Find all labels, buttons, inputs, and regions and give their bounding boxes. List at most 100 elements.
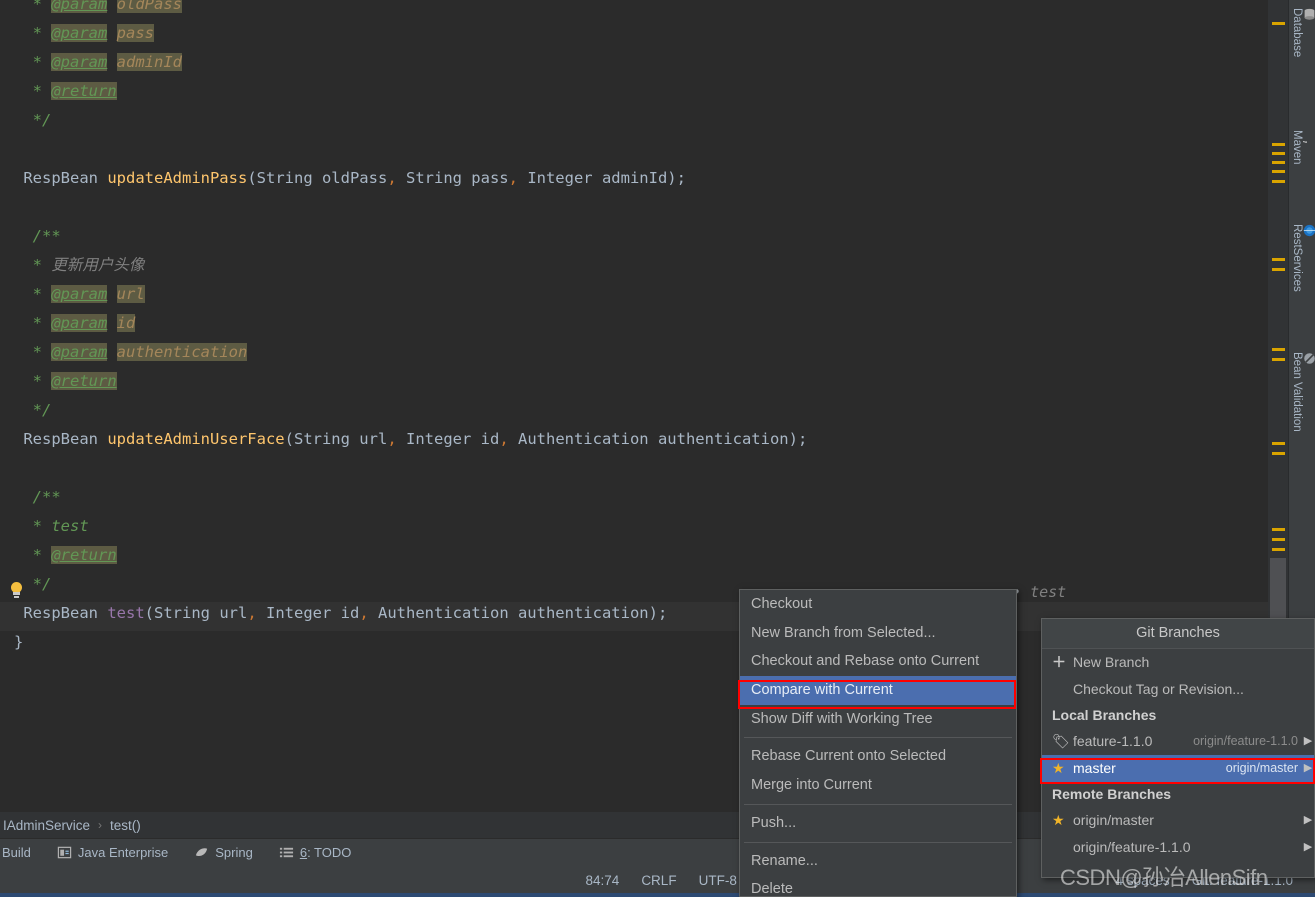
- git-branches-popup[interactable]: Git Branches ＋ New Branch Checkout Tag o…: [1041, 618, 1315, 878]
- context-menu-item[interactable]: Delete: [740, 875, 1016, 896]
- code-token: ,: [387, 430, 397, 448]
- breadcrumb-item-class[interactable]: IAdminService: [3, 818, 90, 833]
- git-new-branch-label: New Branch: [1073, 654, 1150, 670]
- plus-icon: ＋: [1052, 654, 1066, 670]
- code-token: @param: [51, 314, 108, 332]
- status-caret-position[interactable]: 84:74: [586, 873, 620, 888]
- code-token: ,: [499, 430, 509, 448]
- error-stripe-marker[interactable]: [1272, 258, 1285, 261]
- context-menu-item[interactable]: Push...: [740, 809, 1016, 838]
- error-stripe-marker[interactable]: [1272, 268, 1285, 271]
- git-checkout-tag-label: Checkout Tag or Revision...: [1073, 681, 1244, 697]
- context-menu-item[interactable]: Show Diff with Working Tree: [740, 705, 1016, 734]
- code-token: *: [14, 285, 52, 303]
- git-branch-row[interactable]: ★ master origin/master ▶: [1042, 755, 1314, 782]
- code-token: );: [667, 169, 686, 187]
- tool-tab-database[interactable]: Database: [1289, 6, 1315, 57]
- context-menu-item[interactable]: Rebase Current onto Selected: [740, 742, 1016, 771]
- code-token: @param: [51, 53, 108, 71]
- chevron-right-icon[interactable]: ▶: [1302, 755, 1314, 782]
- git-checkout-tag[interactable]: Checkout Tag or Revision...: [1042, 676, 1314, 703]
- error-stripe-marker[interactable]: [1272, 161, 1285, 164]
- tool-tab-restservices[interactable]: RestServices: [1289, 222, 1315, 292]
- git-branch-row[interactable]: ★ origin/master ▶: [1042, 807, 1314, 834]
- context-menu-item[interactable]: Checkout and Rebase onto Current: [740, 647, 1016, 676]
- code-token: RespBean: [14, 604, 108, 622]
- git-new-branch[interactable]: ＋ New Branch: [1042, 649, 1314, 676]
- tool-button-spring[interactable]: Spring: [194, 845, 253, 860]
- error-stripe-marker[interactable]: [1272, 442, 1285, 445]
- error-stripe-marker[interactable]: [1272, 22, 1285, 25]
- error-stripe-marker[interactable]: [1272, 548, 1285, 551]
- code-token: String url: [293, 430, 388, 448]
- git-branch-name: origin/feature-1.1.0: [1073, 839, 1191, 855]
- tool-button-build[interactable]: Build: [2, 845, 31, 860]
- error-stripe-marker[interactable]: [1272, 358, 1285, 361]
- code-token: Integer id: [396, 430, 500, 448]
- status-line-separator[interactable]: CRLF: [641, 873, 676, 888]
- breadcrumb-item-method[interactable]: test(): [110, 818, 141, 833]
- git-branch-name: origin/master: [1073, 812, 1154, 828]
- error-stripe-marker[interactable]: [1272, 528, 1285, 531]
- intention-bulb-icon[interactable]: [8, 582, 24, 600]
- error-stripe-marker[interactable]: [1272, 538, 1285, 541]
- tool-tab-bean-validation[interactable]: Bean Validation: [1289, 350, 1315, 432]
- tool-button-java-enterprise[interactable]: Java Enterprise: [57, 845, 168, 860]
- error-stripe-marker[interactable]: [1272, 170, 1285, 173]
- error-stripe-marker[interactable]: [1272, 452, 1285, 455]
- branch-context-menu[interactable]: Checkout New Branch from Selected... Check…: [739, 589, 1017, 897]
- chevron-right-icon[interactable]: ▶: [1302, 728, 1314, 755]
- context-menu-item[interactable]: Compare with Current: [740, 676, 1016, 705]
- tool-tab-maven[interactable]: m Maven: [1289, 128, 1315, 165]
- tool-button-todo-mnemonic: 6: [299, 845, 308, 860]
- tool-button-todo[interactable]: 6 : TODO: [279, 845, 352, 860]
- code-token: @param: [51, 24, 108, 42]
- code-token: /**: [14, 227, 61, 245]
- bean-validation-icon: [1304, 353, 1315, 364]
- code-token: ,: [508, 169, 518, 187]
- java-enterprise-icon: [57, 846, 72, 859]
- status-encoding[interactable]: UTF-8: [699, 873, 737, 888]
- editor-scrollbar-thumb[interactable]: [1270, 558, 1286, 618]
- tool-button-todo-label: : TODO: [307, 845, 352, 860]
- context-menu-item[interactable]: Rename...: [740, 847, 1016, 876]
- code-token: String url: [154, 604, 248, 622]
- code-line: */: [0, 106, 52, 135]
- context-menu-item[interactable]: Merge into Current: [740, 771, 1016, 800]
- git-branch-row[interactable]: 🏷 feature-1.1.0 origin/feature-1.1.0 ▶: [1042, 728, 1314, 755]
- git-branch-tracking: origin/feature-1.1.0: [1193, 734, 1298, 748]
- code-line: RespBean updateAdminUserFace(String url,…: [0, 425, 807, 454]
- code-token: String oldPass: [256, 169, 388, 187]
- menu-separator: [744, 737, 1012, 739]
- ide-window: * @param oldPass * @param pass * @param …: [0, 0, 1315, 897]
- error-stripe-marker[interactable]: [1272, 143, 1285, 146]
- code-token: String pass: [396, 169, 509, 187]
- chevron-right-icon[interactable]: ▶: [1302, 834, 1314, 861]
- error-stripe-marker[interactable]: [1272, 180, 1285, 183]
- code-line: * @param id: [0, 309, 136, 338]
- code-token: authentication: [116, 343, 248, 361]
- error-stripe-marker[interactable]: [1272, 348, 1285, 351]
- code-line: * @return: [0, 77, 117, 106]
- code-token: 更新用户头像: [51, 256, 145, 274]
- breadcrumb-separator-icon: ›: [98, 818, 103, 832]
- git-branch-row[interactable]: origin/feature-1.1.0 ▶: [1042, 834, 1314, 861]
- code-line: RespBean updateAdminPass(String oldPass,…: [0, 164, 686, 193]
- context-menu-item[interactable]: New Branch from Selected...: [740, 619, 1016, 648]
- structure-hint: • test: [1012, 583, 1066, 601]
- code-token: id: [116, 314, 136, 332]
- code-line: * @return: [0, 541, 117, 570]
- chevron-right-icon[interactable]: ▶: [1302, 807, 1314, 834]
- context-menu-item[interactable]: Checkout: [740, 590, 1016, 619]
- code-token: *: [14, 343, 52, 361]
- svg-text:m: m: [1303, 141, 1310, 143]
- star-icon: ★: [1052, 812, 1065, 828]
- tag-icon: 🏷: [1052, 733, 1070, 749]
- window-bottom-edge: [0, 893, 1315, 897]
- spring-leaf-icon: [196, 848, 208, 857]
- code-token: oldPass: [116, 0, 182, 13]
- menu-separator: [744, 841, 1012, 843]
- error-stripe-marker[interactable]: [1272, 152, 1285, 155]
